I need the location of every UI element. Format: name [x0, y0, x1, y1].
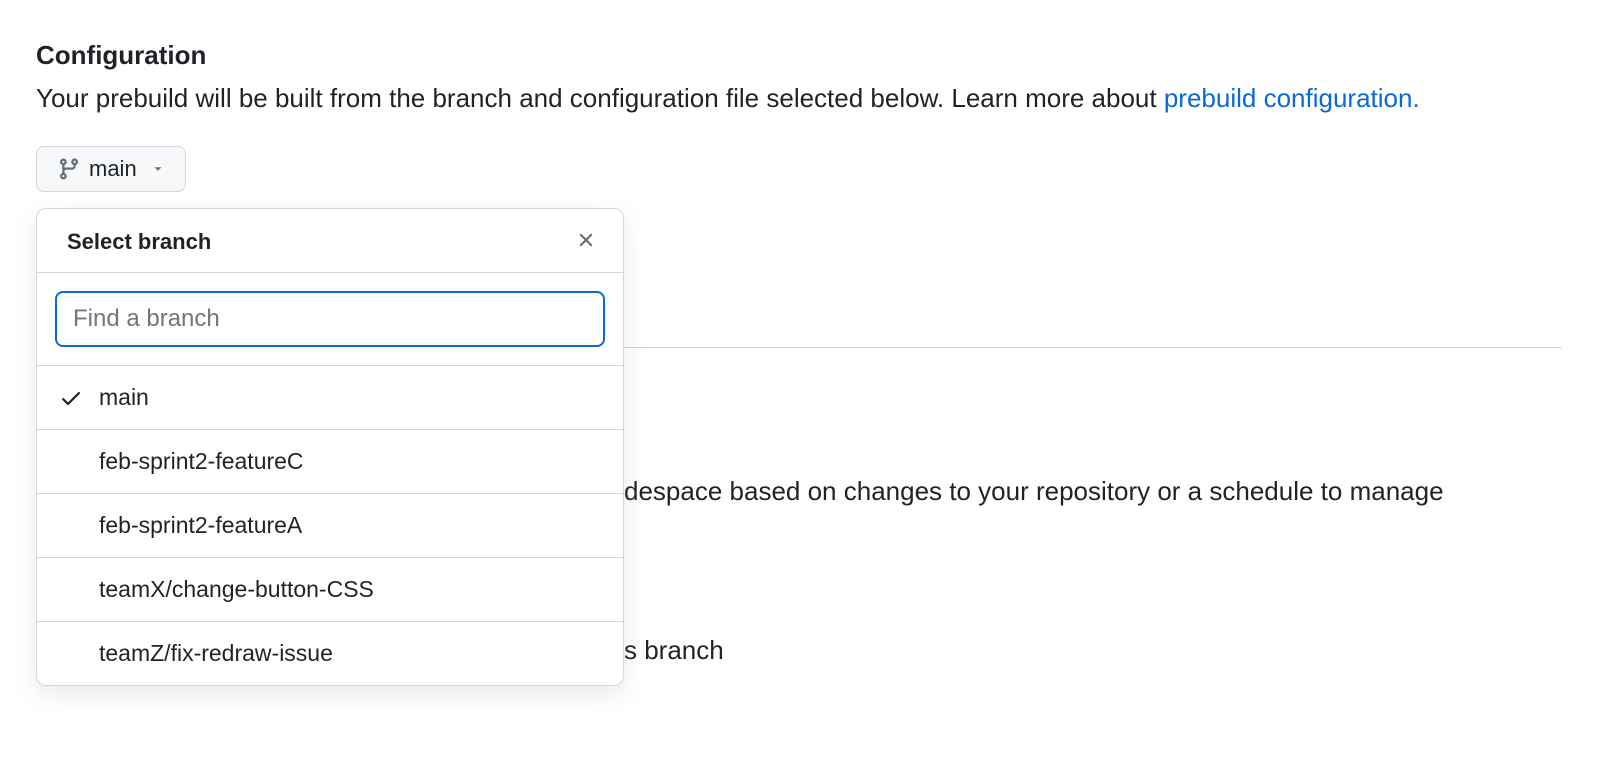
caret-down-icon [151, 162, 165, 176]
branch-button-label: main [89, 158, 137, 180]
search-wrapper [37, 273, 623, 365]
branch-search-input[interactable] [55, 291, 605, 347]
branch-item-label: feb-sprint2-featureA [99, 512, 601, 539]
branch-item[interactable]: feb-sprint2-featureA [37, 493, 623, 557]
branch-selector-button[interactable]: main [36, 146, 186, 192]
branch-selector-popover: Select branch main [36, 208, 624, 686]
popover-header: Select branch [37, 209, 623, 273]
branch-item[interactable]: teamX/change-button-CSS [37, 557, 623, 621]
configuration-description: Your prebuild will be built from the bra… [36, 79, 1562, 118]
prebuild-configuration-link[interactable]: prebuild configuration. [1164, 83, 1420, 113]
branch-item-main[interactable]: main [37, 365, 623, 429]
branch-item-label: teamX/change-button-CSS [99, 576, 601, 603]
check-icon [59, 386, 99, 410]
obscured-text-line-2: s branch [624, 631, 1562, 670]
description-text: Your prebuild will be built from the bra… [36, 83, 1164, 113]
close-icon [575, 229, 597, 254]
obscured-text-line-1: despace based on changes to your reposit… [624, 472, 1562, 511]
git-branch-icon [57, 157, 81, 181]
branch-item[interactable]: feb-sprint2-featureC [37, 429, 623, 493]
branch-item-label: feb-sprint2-featureC [99, 448, 601, 475]
configuration-heading: Configuration [36, 40, 1562, 71]
branch-item-label: teamZ/fix-redraw-issue [99, 640, 601, 667]
branch-item-label: main [99, 384, 601, 411]
branch-item[interactable]: teamZ/fix-redraw-issue [37, 621, 623, 685]
branch-list: main feb-sprint2-featureC feb-sprint2-fe… [37, 365, 623, 685]
popover-title: Select branch [67, 229, 211, 255]
close-button[interactable] [571, 225, 601, 258]
